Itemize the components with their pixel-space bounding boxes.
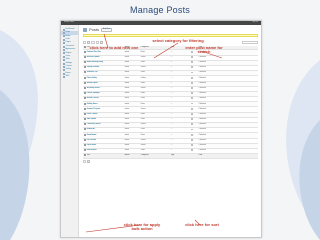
- sidebar-item[interactable]: SEO: [61, 75, 78, 79]
- menu-icon: [62, 42, 65, 45]
- row-checkbox[interactable]: [83, 107, 86, 110]
- menu-icon: [62, 65, 65, 68]
- callout-add-new: click here to add new one: [89, 45, 139, 50]
- row-checkbox[interactable]: [83, 138, 86, 141]
- column-header[interactable]: Title: [86, 153, 124, 159]
- comment-bubble-icon: [190, 76, 194, 79]
- menu-icon: [62, 59, 65, 62]
- select-all-checkbox[interactable]: [83, 154, 86, 157]
- callout-search: enter post name for search: [185, 45, 223, 55]
- sidebar-item-label: Posts: [65, 31, 71, 34]
- row-checkbox[interactable]: [83, 112, 86, 115]
- comment-bubble-icon: [190, 66, 194, 69]
- comment-bubble-icon: [190, 87, 194, 89]
- sidebar-item-label: Tools: [65, 58, 70, 61]
- menu-icon: [62, 69, 65, 72]
- row-checkbox[interactable]: [83, 92, 86, 95]
- comment-bubble-icon: [190, 92, 194, 95]
- comment-bubble-icon: [190, 113, 194, 115]
- row-checkbox[interactable]: [83, 123, 86, 126]
- menu-icon: [62, 28, 65, 31]
- comment-bubble-icon: [190, 138, 194, 141]
- column-header[interactable]: [83, 45, 86, 51]
- menu-icon: [62, 76, 65, 79]
- admin-bar-greeting[interactable]: Howdy, admin: [64, 22, 74, 24]
- menu-icon: [62, 38, 65, 41]
- comment-bubble-icon: [190, 71, 194, 74]
- posts-icon: [83, 28, 87, 32]
- apply-button[interactable]: [87, 41, 91, 44]
- row-checkbox[interactable]: [83, 118, 86, 121]
- menu-icon: [62, 45, 65, 48]
- menu-icon: [62, 35, 65, 38]
- logout-link[interactable]: Log Out: [252, 22, 258, 24]
- row-checkbox[interactable]: [83, 144, 86, 147]
- column-header[interactable]: [83, 153, 86, 159]
- column-header[interactable]: Date: [198, 153, 258, 159]
- menu-icon: [62, 52, 65, 55]
- column-header[interactable]: [190, 153, 198, 159]
- menu-icon: [62, 32, 65, 35]
- callout-filter: select category for filtering: [152, 38, 204, 43]
- comment-bubble-icon: [190, 144, 194, 146]
- main-content: Posts Add New Title Author Categories Tags D…: [80, 25, 261, 237]
- page-title: Posts: [89, 27, 100, 32]
- comment-bubble-icon: [190, 81, 194, 84]
- column-header[interactable]: Tags: [170, 153, 190, 159]
- date-filter-select[interactable]: [91, 41, 95, 44]
- comment-bubble-icon: [190, 102, 194, 105]
- comment-bubble-icon: [190, 149, 194, 152]
- sidebar-item-label: Gallery: [65, 68, 72, 71]
- wordpress-screenshot: Howdy, admin Log Out Dashboard Posts Media…: [60, 20, 262, 238]
- menu-icon: [62, 62, 65, 65]
- category-filter-select[interactable]: [95, 41, 99, 44]
- column-header[interactable]: Categories: [140, 153, 170, 159]
- search-input[interactable]: [242, 41, 258, 44]
- callout-sort: click here for sort: [185, 222, 219, 227]
- row-checkbox[interactable]: [83, 149, 86, 152]
- posts-table: Title Author Categories Tags Date Featured P…: [83, 45, 258, 159]
- admin-sidebar: Dashboard Posts Media Links Pages Comments App…: [61, 25, 79, 237]
- comment-bubble-icon: [190, 97, 194, 100]
- comment-bubble-icon: [190, 61, 194, 63]
- comment-bubble-icon: [190, 55, 194, 58]
- sidebar-item-label: SEO: [65, 75, 70, 78]
- row-checkbox[interactable]: [83, 50, 86, 53]
- comment-bubble-icon: [190, 128, 194, 131]
- menu-icon: [62, 72, 65, 75]
- filter-button[interactable]: [99, 41, 103, 44]
- add-new-button[interactable]: Add New: [101, 27, 113, 33]
- table-footer-row: Title Author Categories Tags Date: [83, 153, 258, 159]
- bulk-actions-select[interactable]: [83, 41, 87, 44]
- menu-icon: [62, 49, 65, 52]
- comment-bubble-icon: [190, 118, 194, 120]
- row-checkbox[interactable]: [83, 76, 86, 79]
- row-checkbox[interactable]: [83, 86, 86, 89]
- comment-bubble-icon: [190, 123, 194, 126]
- row-checkbox[interactable]: [83, 61, 86, 64]
- row-checkbox[interactable]: [83, 71, 86, 74]
- row-checkbox[interactable]: [83, 128, 86, 131]
- comment-bubble-icon: [190, 107, 194, 110]
- bottom-bulk-bar: [83, 160, 258, 164]
- select-all-checkbox[interactable]: [83, 45, 86, 48]
- column-header[interactable]: Author: [124, 153, 140, 159]
- callout-bulk: click here for apply bulk action: [123, 222, 161, 232]
- row-checkbox[interactable]: [83, 133, 86, 136]
- sidebar-item-label: Appearance: [65, 48, 76, 51]
- slide-title: Manage Posts: [130, 5, 190, 15]
- row-checkbox[interactable]: [83, 81, 86, 84]
- row-checkbox[interactable]: [83, 55, 86, 58]
- row-checkbox[interactable]: [83, 102, 86, 105]
- comment-bubble-icon: [190, 133, 194, 136]
- row-checkbox[interactable]: [83, 97, 86, 100]
- menu-icon: [62, 55, 65, 58]
- bottom-apply-button[interactable]: [87, 160, 91, 164]
- admin-notice: [83, 34, 258, 37]
- bottom-bulk-actions-select[interactable]: [83, 160, 87, 164]
- sidebar-item-label: Pages: [65, 41, 71, 44]
- row-checkbox[interactable]: [83, 66, 86, 69]
